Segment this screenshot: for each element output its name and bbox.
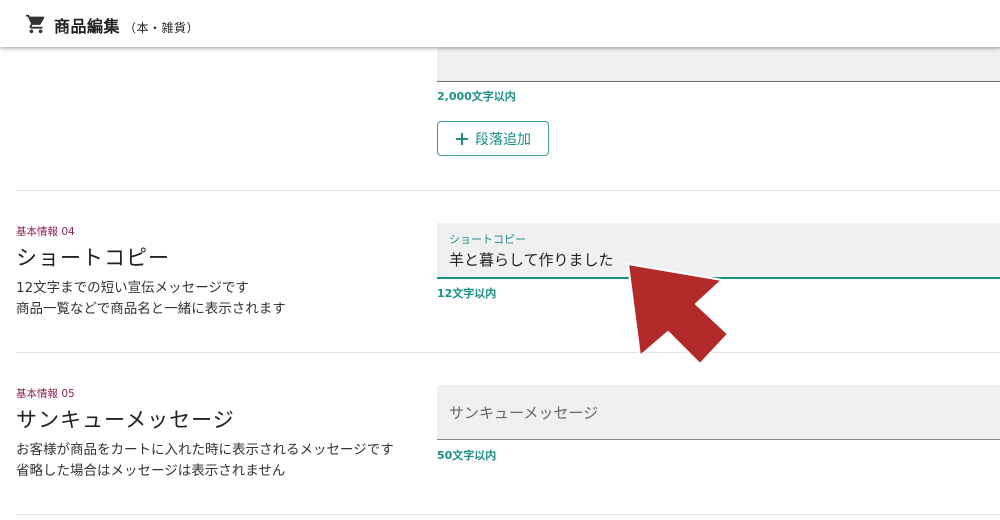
short-copy-caption: 基本情報 04 — [16, 226, 75, 238]
short-copy-field-value: 羊と暮らして作りました — [449, 251, 614, 269]
thank-you-heading: サンキューメッセージ — [16, 408, 235, 432]
add-paragraph-button[interactable]: 段落追加 — [437, 121, 549, 156]
plus-icon — [456, 132, 468, 145]
short-copy-char-limit-hint: 12文字以内 — [437, 287, 497, 300]
add-paragraph-label: 段落追加 — [475, 131, 531, 148]
paragraph-char-limit-hint: 2,000文字以内 — [437, 90, 516, 103]
thank-you-description: お客様が商品をカートに入れた時に表示されるメッセージです 省略した場合はメッセー… — [16, 440, 394, 482]
short-copy-description-line1: 12文字までの短い宣伝メッセージです — [16, 280, 249, 296]
product-edit-page: 商品編集 （本・雑貨） 2,000文字以内 段落追加 基本情報 04 ショートコピ… — [0, 0, 1000, 520]
section-divider — [16, 514, 1000, 515]
page-title: 商品編集 （本・雑貨） — [54, 13, 199, 37]
paragraph-textarea[interactable] — [437, 47, 1000, 82]
short-copy-description-line2: 商品一覧などで商品名と一緒に表示されます — [16, 301, 286, 317]
app-bar: 商品編集 （本・雑貨） — [0, 0, 1000, 47]
short-copy-description: 12文字までの短い宣伝メッセージです 商品一覧などで商品名と一緒に表示されます — [16, 278, 286, 320]
cart-icon — [25, 14, 45, 34]
thank-you-caption: 基本情報 05 — [16, 388, 75, 400]
thank-you-description-line2: 省略した場合はメッセージは表示されません — [16, 463, 286, 479]
thank-you-input[interactable]: サンキューメッセージ — [437, 385, 1000, 440]
section-divider — [16, 190, 1000, 191]
thank-you-char-limit-hint: 50文字以内 — [437, 449, 497, 462]
thank-you-description-line1: お客様が商品をカートに入れた時に表示されるメッセージです — [16, 442, 394, 458]
short-copy-heading: ショートコピー — [16, 246, 170, 270]
thank-you-placeholder: サンキューメッセージ — [449, 404, 599, 422]
section-divider — [16, 352, 1000, 353]
pointer-arrow-icon — [627, 263, 729, 365]
short-copy-field-label: ショートコピー — [449, 233, 526, 246]
page-title-main: 商品編集 — [54, 17, 121, 36]
page-title-sub: （本・雑貨） — [124, 21, 200, 35]
